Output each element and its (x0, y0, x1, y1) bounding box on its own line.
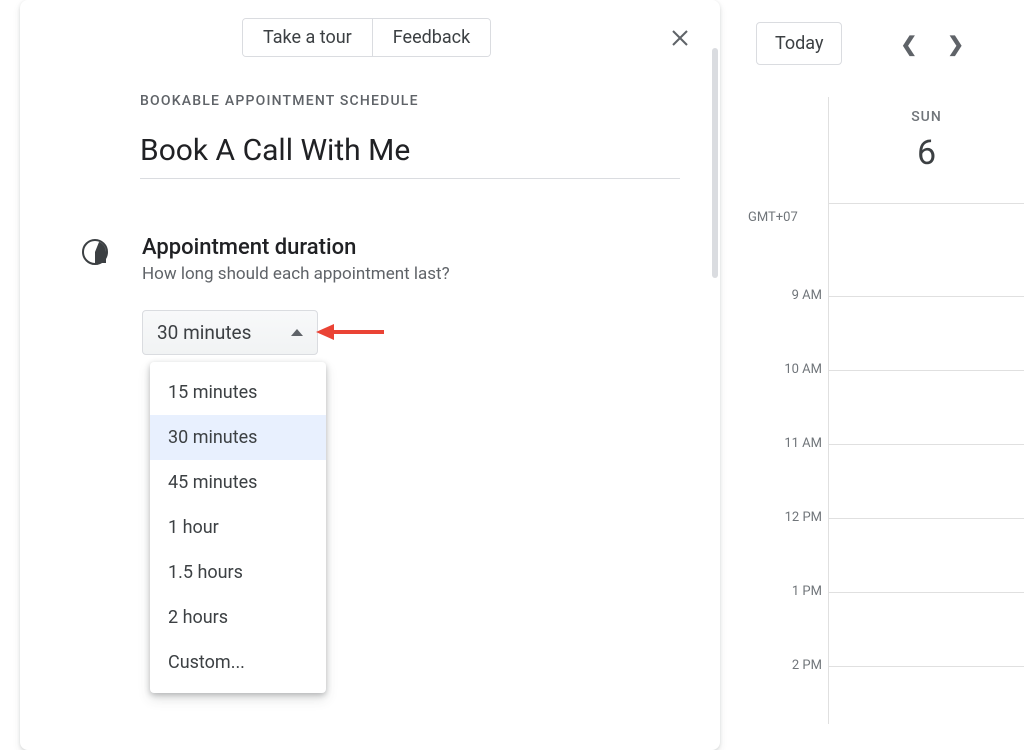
duration-section: Appointment duration How long should eac… (82, 235, 698, 355)
duration-subtext: How long should each appointment last? (142, 264, 698, 284)
duration-option[interactable]: 45 minutes (150, 460, 326, 505)
take-tour-button[interactable]: Take a tour (243, 19, 372, 56)
prev-icon[interactable]: ❮ (900, 32, 917, 56)
hour-row: 9 AM (740, 296, 1024, 370)
calendar-toolbar: Today ❮ ❯ (740, 0, 1024, 97)
duration-option[interactable]: 1 hour (150, 505, 326, 550)
duration-option[interactable]: Custom... (150, 640, 326, 685)
annotation-arrow-icon (316, 320, 386, 344)
appointment-schedule-panel: Take a tour Feedback BOOKABLE APPOINTMEN… (20, 0, 720, 750)
hour-row: 10 AM (740, 370, 1024, 444)
duration-option[interactable]: 1.5 hours (150, 550, 326, 595)
duration-dropdown[interactable]: 30 minutes (142, 310, 318, 355)
hour-row: 2 PM (740, 666, 1024, 740)
close-icon[interactable] (662, 20, 698, 56)
day-of-month: 6 (829, 133, 1024, 173)
duration-label: Appointment duration (142, 235, 698, 260)
panel-header: Take a tour Feedback (42, 18, 698, 57)
day-header: SUN 6 (828, 97, 1024, 204)
panel-scrollbar[interactable] (712, 48, 718, 278)
hour-row: 12 PM (740, 518, 1024, 592)
hour-row: 1 PM (740, 592, 1024, 666)
dropdown-value: 30 minutes (157, 321, 251, 344)
duration-option[interactable]: 15 minutes (150, 370, 326, 415)
clock-icon (82, 239, 108, 265)
day-of-week: SUN (829, 109, 1024, 125)
next-icon[interactable]: ❯ (947, 32, 964, 56)
duration-option[interactable]: 30 minutes (150, 415, 326, 460)
tour-feedback-group: Take a tour Feedback (242, 18, 491, 57)
today-button[interactable]: Today (756, 22, 842, 65)
duration-menu: 15 minutes 30 minutes 45 minutes 1 hour … (150, 362, 326, 693)
calendar-area: Today ❮ ❯ SUN 6 GMT+07 9 AM 10 AM 11 AM … (740, 0, 1024, 750)
hour-row: 11 AM (740, 444, 1024, 518)
schedule-title-input[interactable] (140, 129, 680, 179)
panel-overline: BOOKABLE APPOINTMENT SCHEDULE (140, 93, 698, 109)
feedback-button[interactable]: Feedback (372, 19, 490, 56)
hour-grid: 9 AM 10 AM 11 AM 12 PM 1 PM 2 PM (740, 204, 1024, 724)
duration-option[interactable]: 2 hours (150, 595, 326, 640)
chevron-up-icon (291, 329, 303, 336)
